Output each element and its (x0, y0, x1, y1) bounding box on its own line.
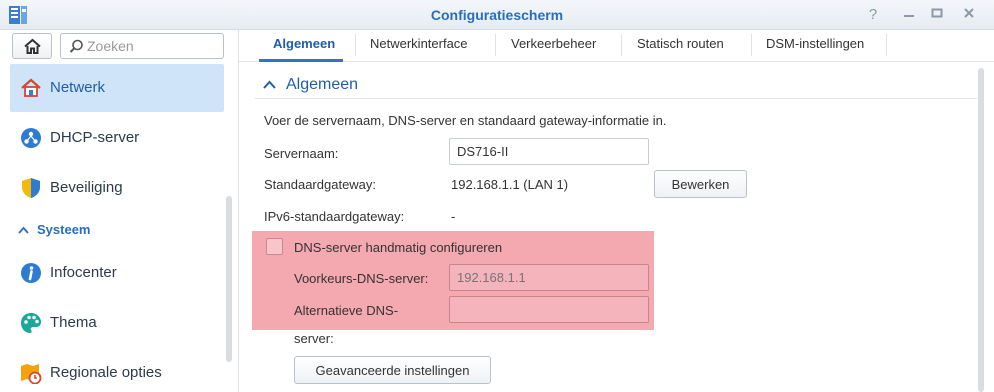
network-icon (21, 78, 41, 97)
tab-algemeen[interactable]: Algemeen (273, 36, 335, 51)
dhcp-icon (21, 128, 41, 148)
preferred-dns-field[interactable] (449, 264, 649, 291)
server-name-field[interactable] (449, 138, 649, 165)
search-icon (69, 39, 83, 53)
close-icon[interactable] (958, 4, 980, 26)
sidebar-section-systeem[interactable]: Systeem (18, 222, 90, 237)
ipv6-gateway-label: IPv6-standaardgateway: (264, 209, 405, 224)
window-title: Configuratiescherm (430, 7, 564, 23)
sidebar-item-label: Netwerk (50, 79, 106, 96)
alt-dns-label: Alternatieve DNS- (294, 303, 399, 318)
preferred-dns-input[interactable] (450, 265, 648, 290)
sidebar-item-label: DHCP-server (50, 129, 140, 146)
advanced-settings-button[interactable]: Geavanceerde instellingen (294, 356, 491, 384)
divider (238, 30, 239, 392)
server-name-label: Servernaam: (264, 146, 339, 161)
dns-manual-label: DNS-server handmatig configureren (294, 240, 503, 255)
sidebar-item-netwerk[interactable]: Netwerk (10, 64, 224, 112)
palette-icon (21, 313, 41, 333)
sidebar-item-label: Thema (50, 314, 97, 331)
sidebar-item-label: Infocenter (50, 264, 117, 281)
divider (355, 34, 356, 56)
tab-dsm-instellingen[interactable]: DSM-instellingen (766, 36, 864, 51)
sidebar-item-regionale-opties[interactable]: Regionale opties (10, 349, 224, 392)
tab-netwerkinterface[interactable]: Netwerkinterface (370, 36, 468, 51)
search-field[interactable] (60, 33, 224, 59)
search-input[interactable] (87, 37, 217, 55)
tab-statisch-routen[interactable]: Statisch routen (637, 36, 724, 51)
intro-text: Voer de servernaam, DNS-server en standa… (264, 113, 667, 128)
divider (255, 98, 977, 99)
region-icon (21, 364, 42, 384)
info-icon (21, 263, 41, 283)
alt-dns-label-continued: server: (294, 331, 334, 346)
maximize-icon[interactable] (926, 4, 948, 26)
sidebar-scrollbar[interactable] (226, 196, 232, 362)
alt-dns-input[interactable] (450, 297, 648, 322)
preferred-dns-label: Voorkeurs-DNS-server: (294, 271, 429, 286)
tab-bar: Algemeen Netwerkinterface Verkeerbeheer … (239, 30, 994, 62)
title-bar: Configuratiescherm ? (0, 0, 994, 30)
divider (886, 34, 887, 56)
server-name-input[interactable] (450, 139, 648, 164)
minimize-icon[interactable] (898, 4, 920, 26)
chevron-up-icon (263, 76, 277, 94)
dns-manual-checkbox[interactable] (266, 238, 283, 255)
edit-button[interactable]: Bewerken (654, 170, 747, 198)
alt-dns-field[interactable] (449, 296, 649, 323)
sidebar-item-beveiliging[interactable]: Beveiliging (10, 164, 224, 212)
chevron-up-icon (18, 222, 29, 237)
sidebar-item-thema[interactable]: Thema (10, 299, 224, 347)
divider (621, 34, 622, 56)
ipv6-gateway-value: - (451, 209, 456, 224)
sidebar-item-label: Regionale opties (50, 364, 162, 381)
sidebar-item-infocenter[interactable]: Infocenter (10, 249, 224, 297)
help-icon[interactable]: ? (862, 4, 884, 26)
divider (751, 34, 752, 56)
tab-verkeerbeheer[interactable]: Verkeerbeheer (511, 36, 596, 51)
section-label: Systeem (37, 222, 91, 237)
sidebar: Netwerk DHCP-server Beveiliging Systeem … (0, 30, 238, 392)
section-title-label: Algemeen (286, 76, 359, 93)
section-title[interactable]: Algemeen (263, 76, 358, 94)
sidebar-item-label: Beveiliging (50, 179, 123, 196)
gateway-value: 192.168.1.1 (LAN 1) (451, 177, 569, 192)
home-icon (24, 38, 41, 54)
home-button[interactable] (12, 33, 52, 59)
divider (495, 34, 496, 56)
sidebar-item-dhcp-server[interactable]: DHCP-server (10, 114, 224, 162)
active-tab-indicator (259, 59, 343, 62)
gateway-label: Standaardgateway: (264, 177, 377, 192)
content-scrollbar[interactable] (978, 68, 984, 392)
shield-icon (22, 178, 40, 198)
